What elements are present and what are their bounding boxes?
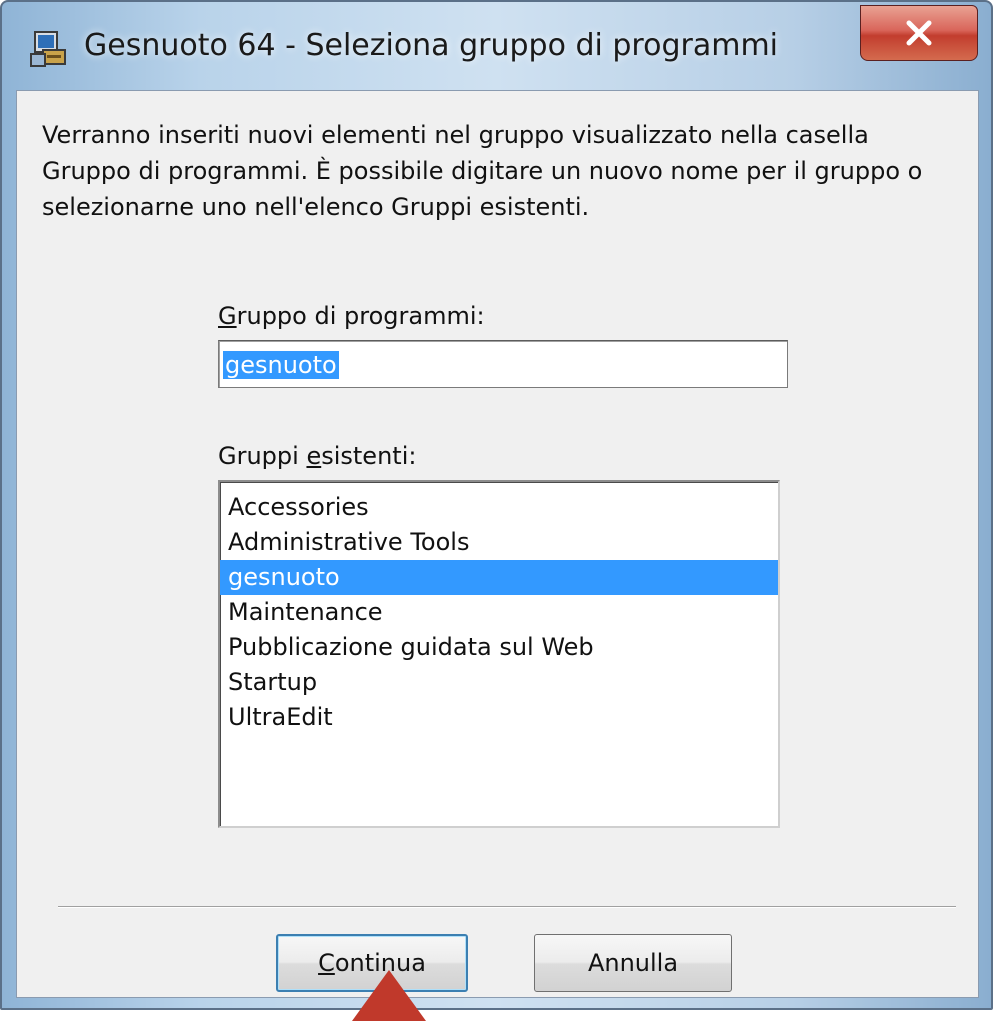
- separator: [58, 906, 956, 908]
- list-item[interactable]: Maintenance: [220, 595, 778, 630]
- list-item[interactable]: Startup: [220, 665, 778, 700]
- cancel-button[interactable]: Annulla: [534, 934, 732, 992]
- close-icon: [906, 20, 932, 46]
- close-button[interactable]: [860, 5, 978, 61]
- pointer-arrow-marker: [352, 970, 426, 1021]
- program-group-input[interactable]: gesnuoto: [218, 340, 788, 388]
- title-bar[interactable]: Gesnuoto 64 - Seleziona gruppo di progra…: [2, 2, 991, 90]
- list-item[interactable]: Pubblicazione guidata sul Web: [220, 630, 778, 665]
- program-group-label-part-1: G: [218, 302, 237, 330]
- program-group-value: gesnuoto: [223, 351, 339, 379]
- existing-groups-label: Gruppi esistenti:: [218, 442, 416, 470]
- existing-groups-label-part-1: e: [306, 442, 322, 470]
- continue-button-label-part-1: C: [318, 949, 335, 977]
- program-group-label: Gruppo di programmi:: [218, 302, 485, 330]
- window-title: Gesnuoto 64 - Seleziona gruppo di progra…: [84, 28, 778, 63]
- intro-text: Verranno inseriti nuovi elementi nel gru…: [42, 121, 923, 221]
- list-item[interactable]: UltraEdit: [220, 700, 778, 735]
- list-item[interactable]: Administrative Tools: [220, 525, 778, 560]
- existing-groups-label-part-0: Gruppi: [218, 442, 307, 470]
- program-group-label-part-2: ruppo di programmi:: [236, 302, 485, 330]
- existing-groups-listbox[interactable]: Accessories Administrative Tools gesnuoto M…: [218, 480, 780, 828]
- list-item[interactable]: gesnuoto: [220, 560, 778, 595]
- existing-groups-label-part-2: sistenti:: [321, 442, 417, 470]
- list-item[interactable]: Accessories: [220, 490, 778, 525]
- setup-program-icon: [29, 28, 69, 68]
